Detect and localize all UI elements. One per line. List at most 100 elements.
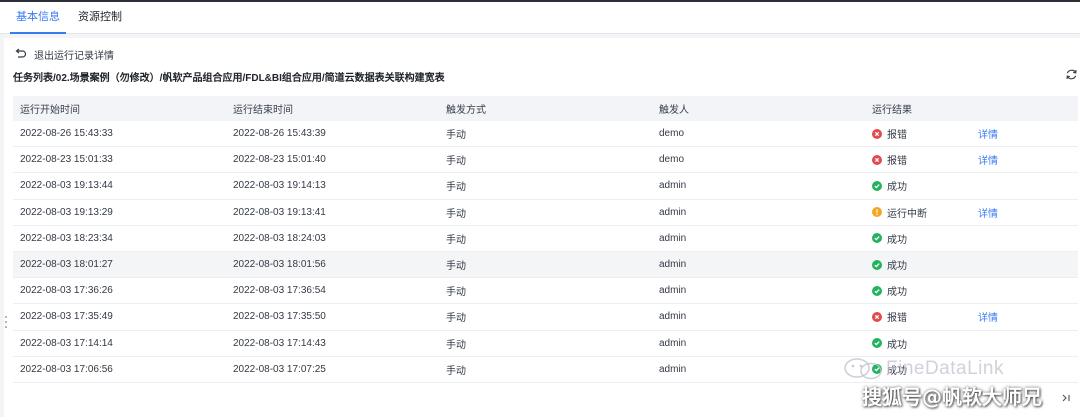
result-label: 成功 <box>887 287 907 299</box>
error-x-icon <box>872 128 882 139</box>
table-header: 运行开始时间 运行结束时间 触发方式 触发人 运行结果 <box>13 96 1078 121</box>
column-header-start-time: 运行开始时间 <box>20 105 80 116</box>
cell-trigger-mode: 手动 <box>446 182 466 194</box>
success-check-icon <box>872 259 882 270</box>
cell-trigger-user: admin <box>659 311 687 323</box>
tab-resource-control[interactable]: 资源控制 <box>78 2 122 33</box>
cell-trigger-user: admin <box>659 259 687 271</box>
table-row[interactable]: 2022-08-23 15:01:33 2022-08-23 15:01:40 手动… <box>13 147 1078 174</box>
result-label: 运行中断 <box>887 208 927 220</box>
cell-trigger-mode: 手动 <box>446 261 466 273</box>
page-next-icon[interactable] <box>1060 392 1072 404</box>
cell-trigger-user: admin <box>659 337 687 349</box>
cell-start-time: 2022-08-03 18:23:34 <box>20 232 113 244</box>
cell-end-time: 2022-08-03 17:07:25 <box>233 363 326 375</box>
result-label: 报错 <box>887 313 907 325</box>
cell-start-time: 2022-08-03 19:13:44 <box>20 180 113 192</box>
cell-result: 运行中断 详情 <box>865 200 1078 225</box>
cell-end-time: 2022-08-23 15:01:40 <box>233 154 326 166</box>
column-header-trigger-user: 触发人 <box>659 105 689 116</box>
cell-start-time: 2022-08-03 18:01:27 <box>20 259 113 271</box>
table-row[interactable]: 2022-08-03 17:36:26 2022-08-03 17:36:54 手动… <box>13 278 1078 305</box>
run-record-table: 运行开始时间 运行结束时间 触发方式 触发人 运行结果 2022-08-26 1… <box>13 96 1078 383</box>
cell-trigger-user: admin <box>659 232 687 244</box>
cell-trigger-mode: 手动 <box>446 287 466 299</box>
undo-arrow-icon <box>15 48 27 58</box>
detail-link[interactable]: 详情 <box>978 152 998 167</box>
success-check-icon <box>872 338 882 349</box>
cell-start-time: 2022-08-23 15:01:33 <box>20 154 113 166</box>
cell-trigger-mode: 手动 <box>446 130 466 142</box>
cell-trigger-user: demo <box>659 128 685 140</box>
result-label: 成功 <box>887 261 907 273</box>
detail-link[interactable]: 详情 <box>978 309 998 324</box>
result-label: 报错 <box>887 130 907 142</box>
table-row[interactable]: 2022-08-03 19:13:29 2022-08-03 19:13:41 手动… <box>13 199 1078 226</box>
cell-start-time: 2022-08-03 17:06:56 <box>20 363 113 375</box>
success-check-icon <box>872 180 882 191</box>
cell-trigger-user: demo <box>659 154 685 166</box>
cell-result: 报错 详情 <box>865 304 1078 329</box>
result-label: 成功 <box>887 182 907 194</box>
cell-trigger-mode: 手动 <box>446 208 466 220</box>
cell-result: 成功 <box>865 278 1078 303</box>
table-body: 2022-08-26 15:43:33 2022-08-26 15:43:39 手动… <box>13 121 1078 383</box>
back-button[interactable]: 退出运行记录详情 <box>14 46 114 62</box>
cell-result: 成功 <box>865 331 1078 356</box>
cell-trigger-user: admin <box>659 206 687 218</box>
cell-start-time: 2022-08-03 19:13:29 <box>20 206 113 218</box>
cell-trigger-mode: 手动 <box>446 234 466 246</box>
cell-end-time: 2022-08-03 19:13:41 <box>233 206 326 218</box>
column-header-end-time: 运行结束时间 <box>233 105 293 116</box>
error-x-icon <box>872 154 882 165</box>
column-header-result: 运行结果 <box>872 105 912 116</box>
cell-end-time: 2022-08-03 17:36:54 <box>233 285 326 297</box>
cell-end-time: 2022-08-03 18:24:03 <box>233 232 326 244</box>
cell-end-time: 2022-08-03 17:35:50 <box>233 311 326 323</box>
resize-handle[interactable] <box>4 316 7 328</box>
cell-result: 成功 <box>865 226 1078 251</box>
cell-trigger-user: admin <box>659 285 687 297</box>
cell-end-time: 2022-08-03 17:14:43 <box>233 337 326 349</box>
error-x-icon <box>872 311 882 322</box>
cell-trigger-user: admin <box>659 363 687 375</box>
result-label: 报错 <box>887 156 907 168</box>
cell-result: 成功 <box>865 252 1078 277</box>
cell-trigger-mode: 手动 <box>446 339 466 351</box>
cell-end-time: 2022-08-26 15:43:39 <box>233 128 326 140</box>
result-label: 成功 <box>887 234 907 246</box>
table-row[interactable]: 2022-08-03 19:13:44 2022-08-03 19:14:13 手动… <box>13 173 1078 200</box>
cell-end-time: 2022-08-03 18:01:56 <box>233 259 326 271</box>
cell-result: 成功 <box>865 173 1078 198</box>
table-row[interactable]: 2022-08-26 15:43:33 2022-08-26 15:43:39 手动… <box>13 121 1078 148</box>
tab-basic-info[interactable]: 基本信息 <box>10 2 66 34</box>
cell-start-time: 2022-08-26 15:43:33 <box>20 128 113 140</box>
tab-bar: 基本信息 资源控制 <box>0 2 1080 34</box>
cell-start-time: 2022-08-03 17:36:26 <box>20 285 113 297</box>
cell-trigger-user: admin <box>659 180 687 192</box>
detail-link[interactable]: 详情 <box>978 205 998 220</box>
table-row[interactable]: 2022-08-03 18:23:34 2022-08-03 18:24:03 手动… <box>13 225 1078 252</box>
cell-start-time: 2022-08-03 17:35:49 <box>20 311 113 323</box>
column-header-trigger-mode: 触发方式 <box>446 105 486 116</box>
back-button-label: 退出运行记录详情 <box>34 50 114 62</box>
table-row[interactable]: 2022-08-03 17:35:49 2022-08-03 17:35:50 手动… <box>13 304 1078 331</box>
cell-trigger-mode: 手动 <box>446 365 466 377</box>
watermark-brand: FineDataLink <box>886 358 1004 379</box>
cell-trigger-mode: 手动 <box>446 313 466 325</box>
cell-result: 报错 详情 <box>865 147 1078 172</box>
refresh-icon[interactable] <box>1065 68 1078 81</box>
breadcrumb: 任务列表/02.场景案例（勿修改）/帆软产品组合应用/FDL&BI组合应用/简道… <box>13 73 445 84</box>
warning-exclamation-icon <box>872 207 882 218</box>
result-label: 成功 <box>887 339 907 351</box>
success-check-icon <box>872 285 882 296</box>
wechat-logo-icon <box>844 358 882 380</box>
table-row[interactable]: 2022-08-03 17:14:14 2022-08-03 17:14:43 手动… <box>13 330 1078 357</box>
cell-trigger-mode: 手动 <box>446 156 466 168</box>
cell-result: 报错 详情 <box>865 121 1078 146</box>
cell-start-time: 2022-08-03 17:14:14 <box>20 337 113 349</box>
detail-link[interactable]: 详情 <box>978 126 998 141</box>
watermark-source: 搜狐号@帆软大师兄 <box>862 385 1042 409</box>
success-check-icon <box>872 233 882 244</box>
table-row[interactable]: 2022-08-03 18:01:27 2022-08-03 18:01:56 手动… <box>13 251 1078 279</box>
